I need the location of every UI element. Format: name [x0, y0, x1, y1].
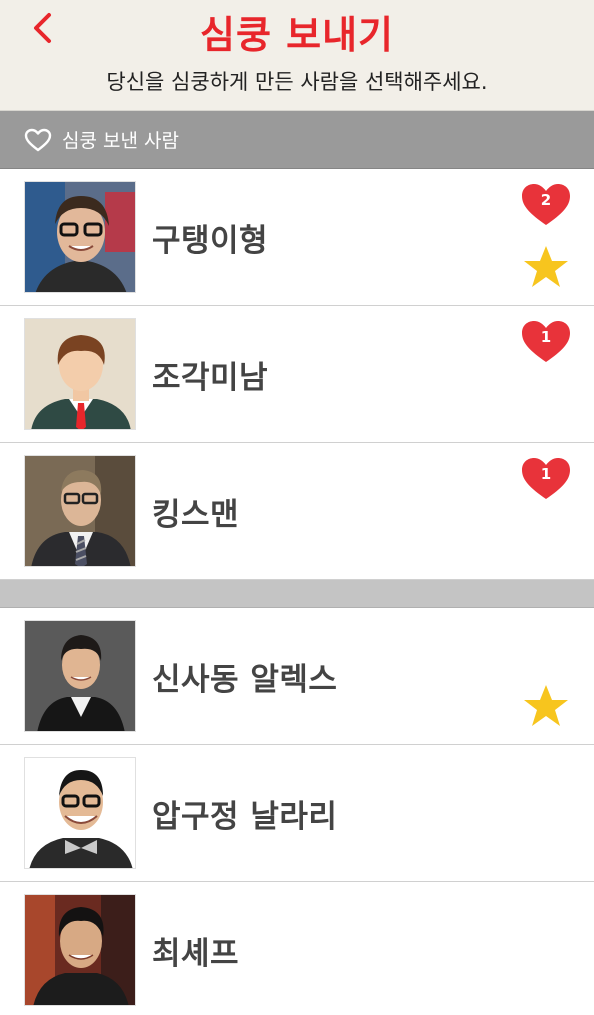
person-name: 압구정 날라리 [152, 798, 338, 835]
heart-count: 2 [540, 191, 552, 209]
person-name: 조각미남 [152, 359, 269, 396]
list-item[interactable]: 압구정 날라리 [0, 745, 594, 882]
person-name: 최셰프 [152, 935, 240, 972]
person-name: 킹스맨 [152, 496, 240, 533]
person-name: 구탱이형 [152, 222, 269, 259]
star-icon[interactable] [522, 683, 570, 729]
heart-count-badge: 1 [520, 456, 572, 502]
avatar [24, 181, 136, 293]
heart-count: 1 [540, 328, 552, 346]
star-icon[interactable] [522, 244, 570, 290]
avatar [24, 620, 136, 732]
avatar [24, 757, 136, 869]
list-item[interactable]: 킹스맨 1 [0, 443, 594, 580]
heart-count-badge: 2 [520, 182, 572, 228]
avatar [24, 455, 136, 567]
list-item[interactable]: 조각미남 1 [0, 306, 594, 443]
page-title: 심쿵 보내기 [199, 13, 395, 57]
heart-count: 1 [540, 465, 552, 483]
page-subtitle: 당신을 심쿵하게 만든 사람을 선택해주세요. [106, 70, 488, 94]
avatar [24, 894, 136, 1006]
section-header-sent: 심쿵 보낸 사람 [0, 111, 594, 169]
list-item[interactable]: 신사동 알렉스 [0, 608, 594, 745]
app: 심쿵 보내기 당신을 심쿵하게 만든 사람을 선택해주세요. 심쿵 보낸 사람 [0, 0, 594, 1015]
heart-count-badge: 1 [520, 319, 572, 365]
heart-outline-icon [24, 128, 52, 152]
section-header-label: 심쿵 보낸 사람 [62, 130, 179, 152]
section-divider [0, 580, 594, 608]
list-item[interactable]: 구탱이형 2 [0, 169, 594, 306]
avatar [24, 318, 136, 430]
person-name: 신사동 알렉스 [152, 661, 338, 698]
list-item[interactable]: 최셰프 [0, 882, 594, 1015]
header: 심쿵 보내기 당신을 심쿵하게 만든 사람을 선택해주세요. [0, 0, 594, 111]
